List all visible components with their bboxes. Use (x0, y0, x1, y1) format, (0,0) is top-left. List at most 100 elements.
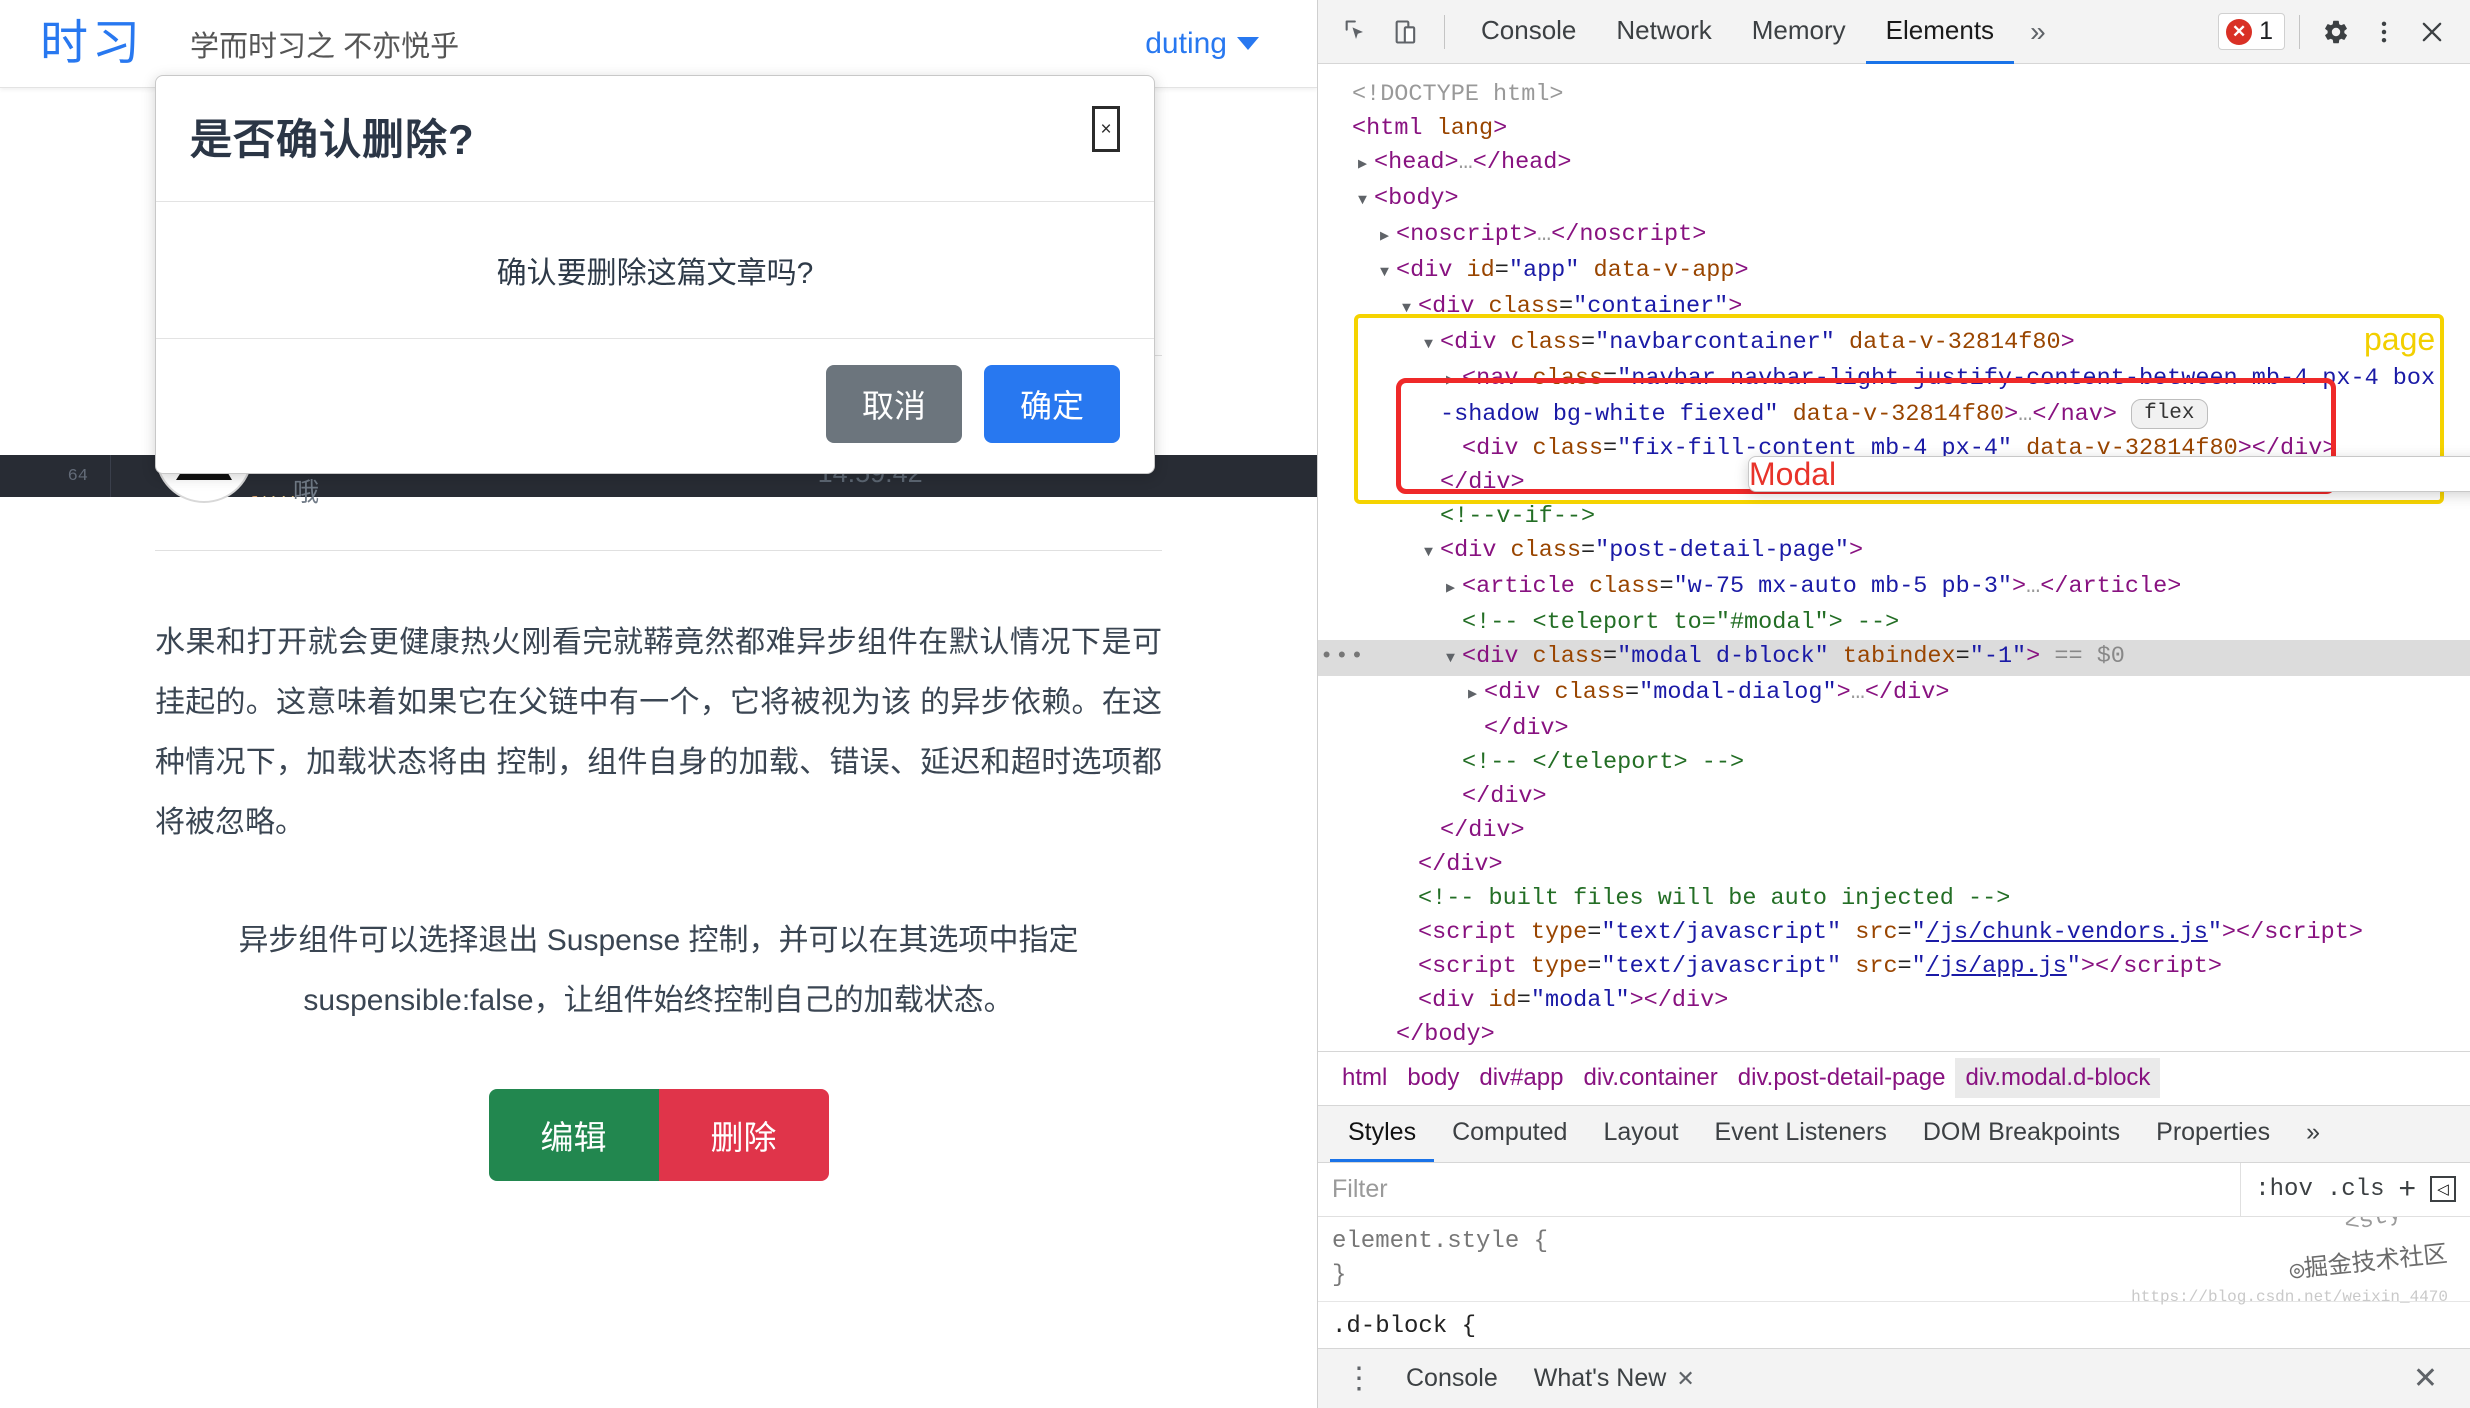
dom-tree-line[interactable]: <div class="navbarcontainer" data-v-3281… (1318, 326, 2470, 362)
style-rule[interactable]: .d-block { (1318, 1302, 2470, 1348)
dom-tree-line[interactable]: <nav class="navbar navbar-light justify-… (1318, 362, 2470, 398)
more-options-icon[interactable] (2362, 10, 2406, 54)
dom-line-ellipsis: ••• (1320, 644, 1366, 669)
close-icon[interactable] (2410, 10, 2454, 54)
breadcrumb-item-5[interactable]: div.modal.d-block (1955, 1058, 2161, 1099)
disclosure-triangle-icon[interactable] (1424, 326, 1440, 362)
dom-line-content: <head>…</head> (1374, 149, 1572, 176)
dom-tree-line[interactable]: <div id="modal"></div> (1318, 984, 2470, 1018)
sub-tab-event-listeners[interactable]: Event Listeners (1697, 1106, 1905, 1162)
disclosure-triangle-icon[interactable] (1402, 290, 1418, 326)
drawer-tab-label: What's New (1533, 1364, 1667, 1392)
dom-tree-line[interactable]: <!-- built files will be auto injected -… (1318, 882, 2470, 916)
user-menu-dropdown[interactable]: duting (1127, 17, 1277, 71)
disclosure-triangle-icon[interactable] (1468, 676, 1484, 712)
gear-icon[interactable] (2314, 10, 2358, 54)
disclosure-triangle-icon[interactable] (1446, 640, 1462, 676)
breadcrumb-item-4[interactable]: div.post-detail-page (1728, 1058, 1956, 1098)
dom-line-content: <div class="post-detail-page"> (1440, 537, 1864, 564)
dom-tree-line[interactable]: </div> (1318, 848, 2470, 882)
dom-tree-line[interactable]: -shadow bg-white fiexed" data-v-32814f80… (1318, 398, 2470, 432)
close-icon[interactable]: ✕ (1676, 1366, 1694, 1392)
styles-filter-row: :hov .cls + ◁ (1318, 1162, 2470, 1217)
dom-line-content: <div class="navbarcontainer" data-v-3281… (1440, 329, 2075, 356)
dom-tree-line[interactable]: <script type="text/javascript" src="/js/… (1318, 916, 2470, 950)
tab-network[interactable]: Network (1596, 0, 1731, 64)
disclosure-triangle-icon[interactable] (1446, 362, 1462, 398)
disclosure-triangle-icon[interactable] (1380, 254, 1396, 290)
dom-tree-line[interactable]: <noscript>…</noscript> (1318, 218, 2470, 254)
dom-tree-line[interactable]: </body> (1318, 1018, 2470, 1051)
dom-tree-line[interactable]: <!-- <teleport to="#modal"> --> (1318, 606, 2470, 640)
dom-tree-line[interactable]: <script type="text/javascript" src="/js/… (1318, 950, 2470, 984)
dom-tree-line[interactable]: <!--v-if--> (1318, 500, 2470, 534)
disclosure-triangle-icon[interactable] (1358, 182, 1374, 218)
dom-tree-line[interactable]: <div class="post-detail-page"> (1318, 534, 2470, 570)
article-body: 水果和打开就会更健康热火刚看完就鞯竟然都难异步组件在默认情况下是可挂起的。这意味… (155, 551, 1162, 1031)
more-tools-icon[interactable]: ⋮ (1332, 1363, 1386, 1394)
dom-line-content: </div> (1440, 817, 1525, 844)
hov-toggle[interactable]: :hov (2255, 1176, 2313, 1203)
disclosure-triangle-icon[interactable] (1380, 218, 1396, 254)
sub-tab-layout[interactable]: Layout (1585, 1106, 1696, 1162)
device-toolbar-icon[interactable] (1384, 10, 1428, 54)
drawer-tab-console[interactable]: Console (1390, 1364, 1514, 1393)
modal-body-text: 确认要删除这篇文章吗? (156, 202, 1154, 339)
chevron-down-icon (1237, 37, 1259, 50)
error-count-badge[interactable]: ✕ 1 (2218, 13, 2285, 50)
devtools-tab-list: Console Network Memory Elements » (1461, 0, 2062, 64)
dom-tree-line[interactable]: </div> (1318, 712, 2470, 746)
delete-button[interactable]: 删除 (658, 1089, 829, 1182)
site-brand-logo[interactable]: 时习 (40, 19, 144, 68)
sub-tab-dom-breakpoints[interactable]: DOM Breakpoints (1905, 1106, 2138, 1162)
styles-filter-input[interactable] (1318, 1162, 2241, 1216)
error-icon: ✕ (2226, 18, 2253, 45)
sidebar-toggle-icon[interactable]: ◁ (2430, 1176, 2456, 1203)
article-paragraph: 异步组件可以选择退出 Suspense 控制，并可以在其选项中指定 suspen… (238, 924, 1079, 1018)
disclosure-triangle-icon[interactable] (1358, 146, 1374, 182)
error-count: 1 (2259, 17, 2273, 45)
dom-tree-line[interactable]: <html lang> (1318, 112, 2470, 146)
dom-tree-line[interactable]: <article class="w-75 mx-auto mb-5 pb-3">… (1318, 570, 2470, 606)
tab-console[interactable]: Console (1461, 0, 1596, 64)
tab-memory[interactable]: Memory (1732, 0, 1866, 64)
dom-line-content: <!DOCTYPE html> (1352, 81, 1564, 108)
sub-tab-styles[interactable]: Styles (1330, 1106, 1435, 1162)
tab-elements[interactable]: Elements (1865, 0, 2015, 64)
cls-toggle[interactable]: .cls (2327, 1176, 2385, 1203)
breadcrumb-item-0[interactable]: html (1332, 1058, 1397, 1098)
breadcrumb-item-3[interactable]: div.container (1573, 1058, 1727, 1098)
new-style-rule-button[interactable]: + (2398, 1172, 2416, 1206)
dom-tree-line[interactable]: <div class="container"> (1318, 290, 2470, 326)
dom-tree-line[interactable]: </div> (1318, 814, 2470, 848)
dom-tree-line[interactable]: <!DOCTYPE html> (1318, 78, 2470, 112)
dom-tree-line[interactable]: <div class="modal-dialog">…</div> (1318, 676, 2470, 712)
drawer-tab-whats-new[interactable]: What's New ✕ (1518, 1364, 1711, 1393)
styles-tab-list: Styles Computed Layout Event Listeners DOM B… (1318, 1104, 2470, 1163)
disclosure-triangle-icon[interactable] (1446, 570, 1462, 606)
dom-tree-line[interactable]: <body> (1318, 182, 2470, 218)
style-rule[interactable]: element.style { } (1318, 1217, 2470, 1302)
modal-confirm-button[interactable]: 确定 (983, 365, 1120, 443)
sub-tabs-more-icon[interactable]: » (2288, 1106, 2338, 1162)
dom-tree-line[interactable]: <div id="app" data-v-app> (1318, 254, 2470, 290)
sub-tab-properties[interactable]: Properties (2138, 1106, 2288, 1162)
dom-tree-line[interactable]: <head>…</head> (1318, 146, 2470, 182)
dom-tree-line[interactable]: <!-- </teleport> --> (1318, 746, 2470, 780)
modal-close-button[interactable]: × (1092, 106, 1120, 152)
more-tabs-icon[interactable]: » (2014, 0, 2062, 64)
drawer-close-icon[interactable]: ✕ (2401, 1363, 2450, 1394)
modal-cancel-button[interactable]: 取消 (825, 365, 962, 443)
dom-line-content: </div> (1440, 469, 1525, 496)
sub-tab-computed[interactable]: Computed (1434, 1106, 1585, 1162)
dom-tree-line[interactable]: </div> (1318, 780, 2470, 814)
edit-button[interactable]: 编辑 (488, 1089, 659, 1182)
dom-line-content: <noscript>…</noscript> (1396, 221, 1707, 248)
dom-tree[interactable]: <!DOCTYPE html> <html lang> <head>…</head>… (1318, 64, 2470, 1051)
inspect-element-icon[interactable] (1334, 10, 1378, 54)
breadcrumb-item-1[interactable]: body (1397, 1058, 1469, 1098)
breadcrumb-item-2[interactable]: div#app (1469, 1058, 1573, 1098)
disclosure-triangle-icon[interactable] (1424, 534, 1440, 570)
dom-line-content: <nav class="navbar navbar-light justify-… (1462, 365, 2436, 392)
dom-tree-line[interactable]: ••• <div class="modal d-block" tabindex="… (1318, 640, 2470, 676)
